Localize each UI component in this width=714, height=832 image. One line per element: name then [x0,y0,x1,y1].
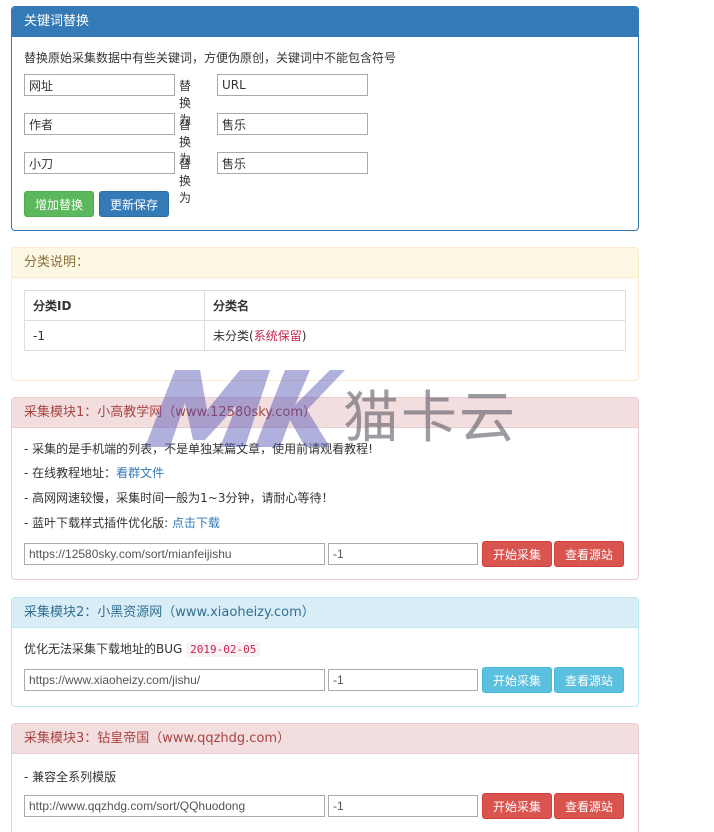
replace-with-label: 替换为 [179,157,192,205]
header-category-name: 分类名 [204,290,626,321]
download-link[interactable]: 点击下载 [172,516,220,530]
module1-title: 采集模块1：小高教学网（www.12580sky.com） [12,398,638,428]
module2-start-button[interactable]: 开始采集 [482,667,553,693]
keyword-panel-title: 关键词替换 [12,7,638,37]
keyword-source-input[interactable] [24,74,175,96]
module2-url-input[interactable] [24,669,325,691]
module3-view-source-button[interactable]: 查看源站 [554,793,625,819]
module3-category-input[interactable] [328,795,478,817]
keyword-source-input[interactable] [24,113,175,135]
module3-start-button[interactable]: 开始采集 [482,793,553,819]
add-replace-button[interactable]: 增加替换 [24,191,95,217]
module2-title: 采集模块2：小黑资源网（www.xiaoheizy.com） [12,598,638,628]
keyword-source-input[interactable] [24,152,175,174]
module3-title: 采集模块3：钻皇帝国（www.qqzhdg.com） [12,724,638,754]
module1-url-input[interactable] [24,543,325,565]
module1-note: - 高网网速较慢，采集时间一般为1~3分钟，请耐心等待！ [24,491,334,505]
module1-start-button[interactable]: 开始采集 [482,541,553,567]
update-date: 2019-02-05 [186,642,261,657]
keyword-target-input[interactable] [217,113,368,135]
keyword-target-input[interactable] [217,152,368,174]
module1-category-input[interactable] [328,543,478,565]
category-id-cell: -1 [24,320,205,351]
module1-note: - 在线教程地址：看群文件 [24,466,165,480]
keyword-target-input[interactable] [217,74,368,96]
save-button[interactable]: 更新保存 [99,191,170,217]
keyword-description: 替换原始采集数据中有些关键词，方便伪原创，关键词中不能包含符号 [24,51,397,65]
module3-panel: 采集模块3：钻皇帝国（www.qqzhdg.com） - 兼容全系列模版 开始采… [11,723,639,832]
module2-category-input[interactable] [328,669,478,691]
module2-panel: 采集模块2：小黑资源网（www.xiaoheizy.com） 优化无法采集下载地… [11,597,639,707]
category-panel-title: 分类说明： [12,248,638,278]
module2-view-source-button[interactable]: 查看源站 [554,667,625,693]
tutorial-link[interactable]: 看群文件 [116,466,164,480]
module1-note: - 采集的是手机端的列表，不是单独某篇文章，使用前请观看教程! [24,442,373,456]
header-category-id: 分类ID [24,290,205,321]
reserved-label: 系统保留 [253,329,302,343]
module3-note: - 兼容全系列模版 [24,770,117,784]
table-header-row: 分类ID 分类名 [24,290,626,321]
category-panel: 分类说明： 分类ID 分类名 -1 未分类(系统保留) [11,247,639,381]
module2-note: 优化无法采集下载地址的BUG 2019-02-05 [24,640,261,657]
module1-view-source-button[interactable]: 查看源站 [554,541,625,567]
module3-url-input[interactable] [24,795,325,817]
category-table: 分类ID 分类名 -1 未分类(系统保留) [24,290,626,351]
category-name-cell: 未分类(系统保留) [204,320,626,351]
keyword-replace-panel: 关键词替换 替换原始采集数据中有些关键词，方便伪原创，关键词中不能包含符号 替换… [11,6,639,231]
table-row: -1 未分类(系统保留) [24,320,626,351]
module1-note: - 蓝叶下载样式插件优化版: 点击下载 [24,516,221,530]
module1-panel: 采集模块1：小高教学网（www.12580sky.com） - 采集的是手机端的… [11,397,639,580]
